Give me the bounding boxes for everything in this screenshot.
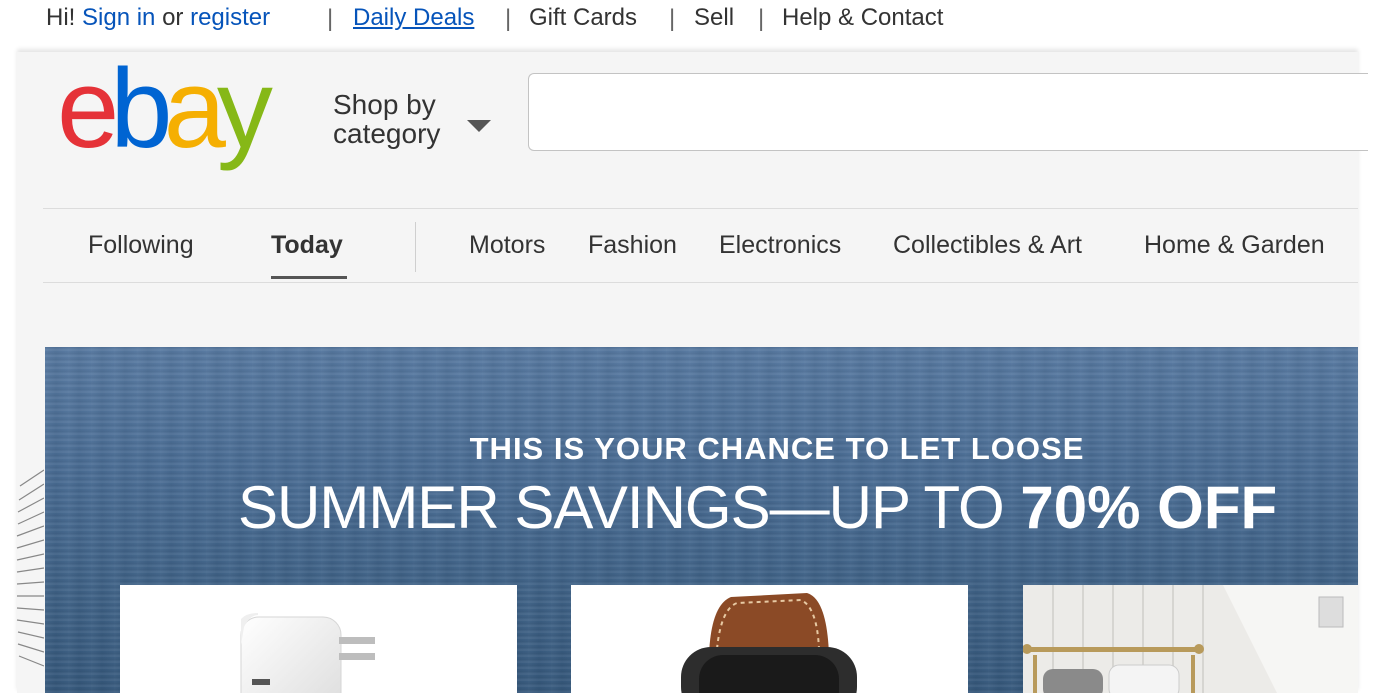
banner-headline: SUMMER SAVINGS—UP TO 70% OFF xyxy=(238,473,1277,542)
tab-following[interactable]: Following xyxy=(88,231,194,260)
watch-image xyxy=(681,593,857,693)
ebay-logo[interactable]: ebay xyxy=(57,46,273,171)
decorative-lines xyxy=(16,469,44,667)
header-panel: ebay Shop by category Following Today Mo… xyxy=(17,46,1368,693)
nav-item-fashion[interactable]: Fashion xyxy=(588,231,677,260)
logo-letter-a: a xyxy=(163,46,226,171)
shop-by-category-line1: Shop by xyxy=(333,89,436,120)
banner-headline-bold: 70% OFF xyxy=(1020,474,1278,541)
main-nav: Following Today Motors Fashion Electroni… xyxy=(17,209,1358,282)
tab-today[interactable]: Today xyxy=(271,231,343,260)
shop-by-category-button[interactable]: Shop by category xyxy=(333,89,491,149)
gift-cards-link[interactable]: Gift Cards xyxy=(529,4,637,32)
product-card-bedroom[interactable] xyxy=(1023,585,1358,693)
bedroom-image xyxy=(1023,585,1358,693)
banner-kicker: THIS IS YOUR CHANCE TO LET LOOSE xyxy=(469,431,1085,466)
register-link[interactable]: register xyxy=(190,4,270,31)
shop-by-category-line2: category xyxy=(333,118,441,149)
banner-headline-light: SUMMER SAVINGS—UP TO xyxy=(238,474,1005,541)
divider: | xyxy=(758,5,765,32)
or-text: or xyxy=(162,4,184,31)
logo-letter-b: b xyxy=(110,46,172,171)
daily-deals-link[interactable]: Daily Deals xyxy=(353,4,474,32)
search-input[interactable] xyxy=(528,73,1368,151)
logo-letter-y: y xyxy=(216,46,273,171)
product-card-power-adapter[interactable] xyxy=(120,585,517,693)
logo-letter-e: e xyxy=(57,46,119,171)
nav-item-collectibles-art[interactable]: Collectibles & Art xyxy=(893,231,1082,260)
nav-item-home-garden[interactable]: Home & Garden xyxy=(1144,231,1325,260)
power-adapter-image xyxy=(240,613,375,693)
product-card-watch[interactable] xyxy=(571,585,968,693)
greeting: Hi! Sign in or register xyxy=(46,4,270,32)
sell-link[interactable]: Sell xyxy=(694,4,734,32)
top-utility-bar: Hi! Sign in or register | Daily Deals | … xyxy=(0,0,1392,48)
summer-savings-banner[interactable]: THIS IS YOUR CHANCE TO LET LOOSE SUMMER … xyxy=(45,347,1358,693)
nav-divider xyxy=(415,222,416,272)
divider: | xyxy=(327,5,334,32)
help-contact-link[interactable]: Help & Contact xyxy=(782,4,943,32)
sign-in-link[interactable]: Sign in xyxy=(82,4,155,31)
nav-item-motors[interactable]: Motors xyxy=(469,231,545,260)
greeting-prefix: Hi! xyxy=(46,4,76,31)
nav-bottom-divider xyxy=(43,282,1358,283)
divider: | xyxy=(669,5,676,32)
active-tab-indicator xyxy=(271,276,347,279)
chevron-down-icon xyxy=(467,120,491,132)
nav-item-electronics[interactable]: Electronics xyxy=(719,231,841,260)
divider: | xyxy=(505,5,512,32)
